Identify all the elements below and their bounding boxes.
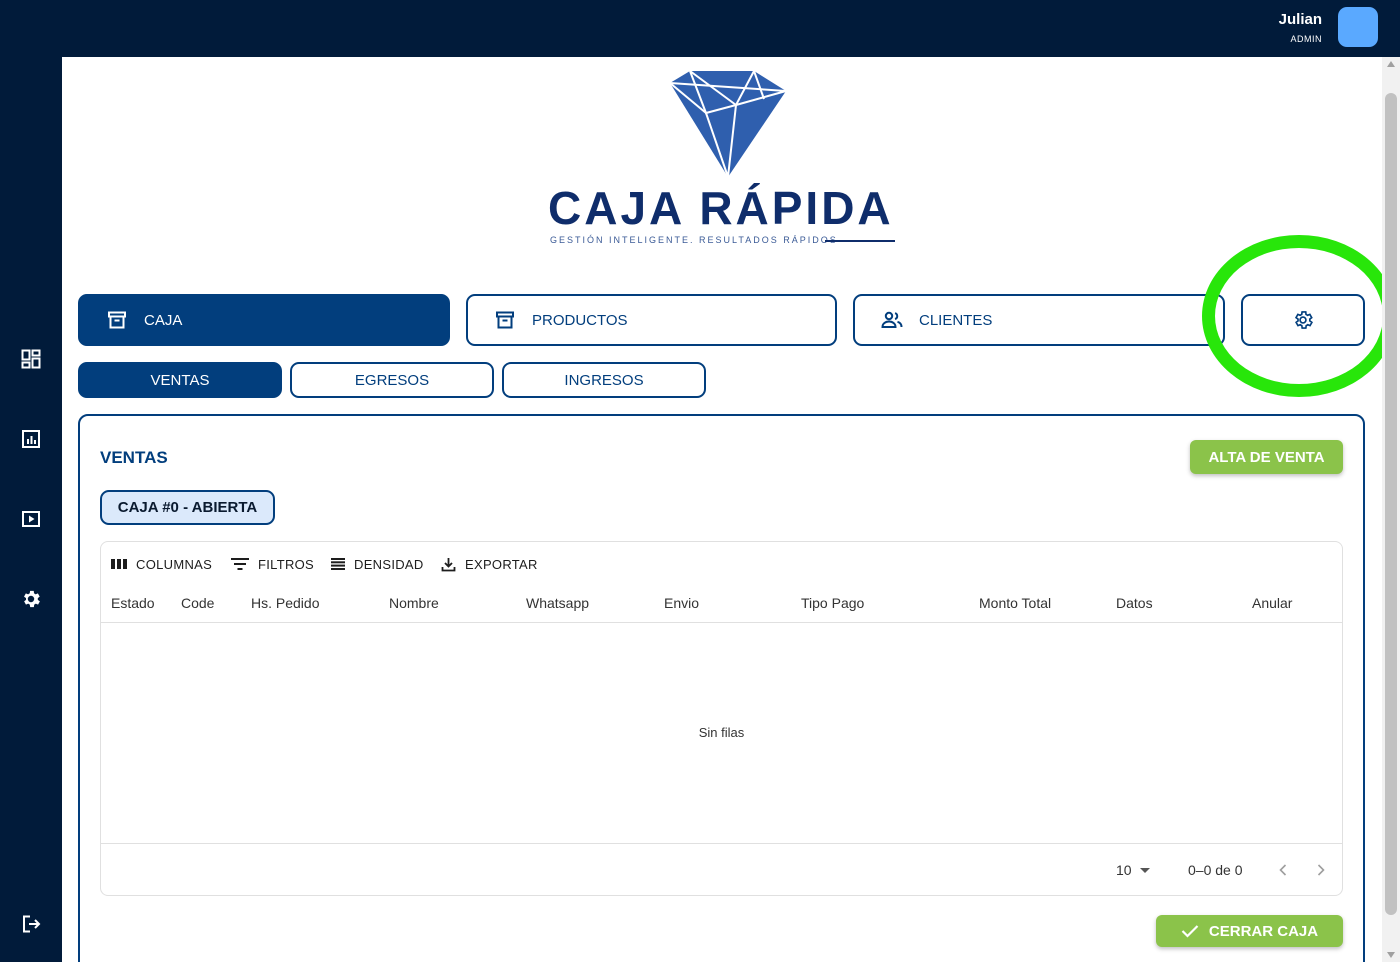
dashboard-icon[interactable] [19,347,43,371]
column-header-envio[interactable]: Envio [664,595,699,611]
column-header-anular[interactable]: Anular [1252,595,1292,611]
chevron-right-icon [1317,864,1325,876]
cerrar-caja-button[interactable]: CERRAR CAJA [1156,915,1343,947]
column-header-datos[interactable]: Datos [1116,595,1153,611]
chevron-down-icon [1139,867,1150,873]
next-page-button[interactable] [1311,860,1331,880]
cerrar-caja-label: CERRAR CAJA [1208,922,1319,940]
panel-title: VENTAS [100,448,168,467]
scroll-thumb[interactable] [1385,93,1397,915]
filters-label: FILTROS [258,556,315,572]
logout-icon[interactable] [19,912,43,936]
report-icon[interactable] [19,427,43,451]
columns-label: COLUMNAS [136,556,213,572]
column-header-hs-pedido[interactable]: Hs. Pedido [251,595,319,611]
filter-icon [231,558,249,570]
tab-caja[interactable]: CAJA [78,294,450,346]
archive-icon [106,309,128,331]
empty-message: Sin filas [698,725,745,740]
brand-title: CAJA RÁPIDA [548,182,894,234]
column-header-nombre[interactable]: Nombre [389,595,439,611]
chevron-left-icon [1279,864,1287,876]
alta-venta-button[interactable]: ALTA DE VENTA [1190,440,1343,474]
density-label: DENSIDAD [354,556,424,572]
main-content: CAJA RÁPIDA GESTIÓN INTELIGENTE. RESULTA… [62,57,1382,962]
scroll-up-arrow-icon[interactable] [1387,61,1395,67]
column-header-tipo-pago[interactable]: Tipo Pago [801,595,864,611]
ventas-panel: VENTAS ALTA DE VENTA CAJA #0 - ABIERTA C… [78,414,1365,962]
density-icon [331,558,345,570]
tab-clientes[interactable]: CLIENTES [853,294,1225,346]
top-bar: Julian ADMIN [0,0,1400,57]
avatar[interactable] [1338,7,1378,47]
export-button[interactable]: EXPORTAR [441,554,538,574]
caja-status-badge: CAJA #0 - ABIERTA [100,490,275,525]
column-header-code[interactable]: Code [181,595,214,611]
column-header-estado[interactable]: Estado [111,595,155,611]
columns-icon [111,559,127,569]
user-name: Julian [1278,11,1322,28]
gear-icon [1292,309,1314,331]
prev-page-button[interactable] [1273,860,1293,880]
users-icon [881,309,903,331]
user-role: ADMIN [1290,34,1322,44]
sidebar [0,57,62,962]
tab-caja-label: CAJA [144,311,183,329]
gear-icon[interactable] [19,587,43,611]
header-divider [101,622,1342,623]
column-header-whatsapp[interactable]: Whatsapp [526,595,589,611]
subtab-ingresos[interactable]: INGRESOS [502,362,706,398]
subtab-egresos[interactable]: EGRESOS [290,362,494,398]
tab-productos-label: PRODUCTOS [532,311,628,329]
columns-button[interactable]: COLUMNAS [111,554,212,574]
settings-button[interactable] [1241,294,1365,346]
footer-divider [101,843,1342,844]
check-icon [1181,925,1199,938]
export-label: EXPORTAR [465,556,538,572]
column-header-monto-total[interactable]: Monto Total [979,595,1051,611]
tab-productos[interactable]: PRODUCTOS [466,294,837,346]
tab-clientes-label: CLIENTES [919,311,993,329]
archive-icon [494,309,516,331]
ventas-table: COLUMNAS FILTROS DENSIDAD EXPORTAR Estad… [100,541,1343,896]
rows-per-page-value: 10 [1116,862,1132,878]
filters-button[interactable]: FILTROS [231,554,314,574]
download-icon [441,557,456,571]
density-button[interactable]: DENSIDAD [331,554,424,574]
scroll-down-arrow-icon[interactable] [1387,952,1395,958]
page-scrollbar[interactable] [1382,57,1400,962]
subtab-ventas[interactable]: VENTAS [78,362,282,398]
video-icon[interactable] [19,507,43,531]
tagline-underline [825,240,895,242]
brand-tagline: GESTIÓN INTELIGENTE. RESULTADOS RÁPIDOS [550,235,838,245]
pagination-range: 0–0 de 0 [1188,862,1243,878]
rows-per-page-select[interactable]: 10 [1116,862,1150,878]
